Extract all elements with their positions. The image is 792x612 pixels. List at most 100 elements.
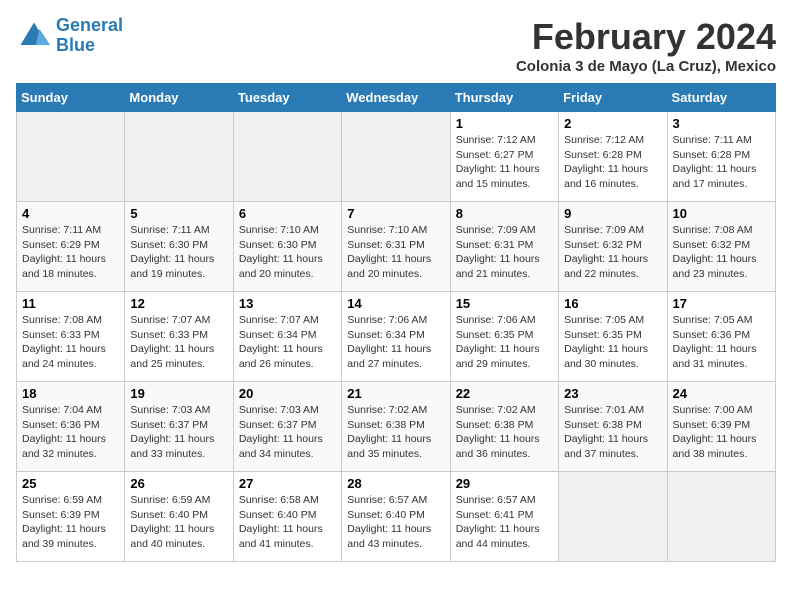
day-number: 23 [564, 386, 661, 401]
calendar-week-row: 18 Sunrise: 7:04 AMSunset: 6:36 PMDayligh… [17, 382, 776, 472]
day-info: Sunrise: 7:11 AMSunset: 6:30 PMDaylight:… [130, 223, 227, 282]
calendar-day-cell [125, 112, 233, 202]
day-info: Sunrise: 6:57 AMSunset: 6:40 PMDaylight:… [347, 493, 444, 552]
day-info: Sunrise: 7:03 AMSunset: 6:37 PMDaylight:… [239, 403, 336, 462]
day-number: 13 [239, 296, 336, 311]
calendar-day-cell: 18 Sunrise: 7:04 AMSunset: 6:36 PMDayligh… [17, 382, 125, 472]
weekday-header-thursday: Thursday [450, 84, 558, 112]
calendar-day-cell: 26 Sunrise: 6:59 AMSunset: 6:40 PMDayligh… [125, 472, 233, 562]
calendar-week-row: 25 Sunrise: 6:59 AMSunset: 6:39 PMDayligh… [17, 472, 776, 562]
day-number: 21 [347, 386, 444, 401]
day-info: Sunrise: 7:10 AMSunset: 6:31 PMDaylight:… [347, 223, 444, 282]
weekday-header-wednesday: Wednesday [342, 84, 450, 112]
calendar-day-cell: 27 Sunrise: 6:58 AMSunset: 6:40 PMDayligh… [233, 472, 341, 562]
logo-icon [16, 18, 52, 54]
day-number: 4 [22, 206, 119, 221]
weekday-header-tuesday: Tuesday [233, 84, 341, 112]
day-info: Sunrise: 7:08 AMSunset: 6:33 PMDaylight:… [22, 313, 119, 372]
calendar-day-cell: 5 Sunrise: 7:11 AMSunset: 6:30 PMDaylight… [125, 202, 233, 292]
day-info: Sunrise: 7:09 AMSunset: 6:32 PMDaylight:… [564, 223, 661, 282]
day-number: 22 [456, 386, 553, 401]
day-info: Sunrise: 6:59 AMSunset: 6:40 PMDaylight:… [130, 493, 227, 552]
calendar-day-cell: 6 Sunrise: 7:10 AMSunset: 6:30 PMDaylight… [233, 202, 341, 292]
calendar-day-cell: 14 Sunrise: 7:06 AMSunset: 6:34 PMDayligh… [342, 292, 450, 382]
calendar-day-cell: 8 Sunrise: 7:09 AMSunset: 6:31 PMDaylight… [450, 202, 558, 292]
day-info: Sunrise: 7:10 AMSunset: 6:30 PMDaylight:… [239, 223, 336, 282]
calendar-day-cell: 23 Sunrise: 7:01 AMSunset: 6:38 PMDayligh… [559, 382, 667, 472]
weekday-header-sunday: Sunday [17, 84, 125, 112]
logo-line1: General [56, 15, 123, 35]
day-info: Sunrise: 7:06 AMSunset: 6:34 PMDaylight:… [347, 313, 444, 372]
logo-line2: Blue [56, 35, 95, 55]
calendar-day-cell: 4 Sunrise: 7:11 AMSunset: 6:29 PMDaylight… [17, 202, 125, 292]
calendar-day-cell: 19Sunrise: 7:03 AMSunset: 6:37 PMDayligh… [125, 382, 233, 472]
calendar-day-cell: 16 Sunrise: 7:05 AMSunset: 6:35 PMDayligh… [559, 292, 667, 382]
day-number: 5 [130, 206, 227, 221]
day-number: 29 [456, 476, 553, 491]
day-info: Sunrise: 7:04 AMSunset: 6:36 PMDaylight:… [22, 403, 119, 462]
day-info: Sunrise: 6:57 AMSunset: 6:41 PMDaylight:… [456, 493, 553, 552]
calendar-day-cell [233, 112, 341, 202]
day-info: Sunrise: 7:05 AMSunset: 6:35 PMDaylight:… [564, 313, 661, 372]
calendar-day-cell: 7 Sunrise: 7:10 AMSunset: 6:31 PMDaylight… [342, 202, 450, 292]
calendar-day-cell [559, 472, 667, 562]
calendar-day-cell: 17Sunrise: 7:05 AMSunset: 6:36 PMDayligh… [667, 292, 775, 382]
day-info: Sunrise: 7:09 AMSunset: 6:31 PMDaylight:… [456, 223, 553, 282]
calendar-day-cell: 25 Sunrise: 6:59 AMSunset: 6:39 PMDayligh… [17, 472, 125, 562]
day-info: Sunrise: 7:02 AMSunset: 6:38 PMDaylight:… [347, 403, 444, 462]
day-number: 18 [22, 386, 119, 401]
calendar-week-row: 11 Sunrise: 7:08 AMSunset: 6:33 PMDayligh… [17, 292, 776, 382]
day-info: Sunrise: 7:07 AMSunset: 6:34 PMDaylight:… [239, 313, 336, 372]
day-number: 10 [673, 206, 770, 221]
day-number: 20 [239, 386, 336, 401]
day-info: Sunrise: 7:08 AMSunset: 6:32 PMDaylight:… [673, 223, 770, 282]
calendar-day-cell: 24Sunrise: 7:00 AMSunset: 6:39 PMDayligh… [667, 382, 775, 472]
day-number: 16 [564, 296, 661, 311]
calendar-day-cell: 2Sunrise: 7:12 AMSunset: 6:28 PMDaylight… [559, 112, 667, 202]
day-info: Sunrise: 7:07 AMSunset: 6:33 PMDaylight:… [130, 313, 227, 372]
calendar-day-cell: 29 Sunrise: 6:57 AMSunset: 6:41 PMDayligh… [450, 472, 558, 562]
day-number: 12 [130, 296, 227, 311]
calendar-day-cell: 11 Sunrise: 7:08 AMSunset: 6:33 PMDayligh… [17, 292, 125, 382]
day-number: 7 [347, 206, 444, 221]
calendar-day-cell: 13 Sunrise: 7:07 AMSunset: 6:34 PMDayligh… [233, 292, 341, 382]
day-number: 28 [347, 476, 444, 491]
day-info: Sunrise: 7:11 AMSunset: 6:29 PMDaylight:… [22, 223, 119, 282]
day-info: Sunrise: 7:01 AMSunset: 6:38 PMDaylight:… [564, 403, 661, 462]
logo: General Blue [16, 16, 123, 56]
weekday-header-saturday: Saturday [667, 84, 775, 112]
calendar-day-cell [17, 112, 125, 202]
calendar-day-cell: 10 Sunrise: 7:08 AMSunset: 6:32 PMDayligh… [667, 202, 775, 292]
calendar-day-cell [667, 472, 775, 562]
day-info: Sunrise: 6:58 AMSunset: 6:40 PMDaylight:… [239, 493, 336, 552]
day-number: 25 [22, 476, 119, 491]
logo-text: General Blue [56, 16, 123, 56]
calendar-day-cell: 3 Sunrise: 7:11 AMSunset: 6:28 PMDaylight… [667, 112, 775, 202]
day-info: Sunrise: 7:12 AMSunset: 6:27 PMDaylight:… [456, 133, 553, 192]
calendar-day-cell [342, 112, 450, 202]
day-number: 2 [564, 116, 661, 131]
day-info: Sunrise: 7:05 AMSunset: 6:36 PMDaylight:… [673, 313, 770, 372]
day-info: Sunrise: 7:11 AMSunset: 6:28 PMDaylight:… [673, 133, 770, 192]
day-info: Sunrise: 7:03 AMSunset: 6:37 PMDaylight:… [130, 403, 227, 462]
day-number: 27 [239, 476, 336, 491]
day-number: 9 [564, 206, 661, 221]
calendar-day-cell: 1Sunrise: 7:12 AMSunset: 6:27 PMDaylight… [450, 112, 558, 202]
day-number: 8 [456, 206, 553, 221]
day-info: Sunrise: 6:59 AMSunset: 6:39 PMDaylight:… [22, 493, 119, 552]
calendar-day-cell: 28 Sunrise: 6:57 AMSunset: 6:40 PMDayligh… [342, 472, 450, 562]
day-number: 6 [239, 206, 336, 221]
day-number: 26 [130, 476, 227, 491]
day-number: 11 [22, 296, 119, 311]
day-number: 3 [673, 116, 770, 131]
calendar-day-cell: 22Sunrise: 7:02 AMSunset: 6:38 PMDayligh… [450, 382, 558, 472]
calendar-day-cell: 15Sunrise: 7:06 AMSunset: 6:35 PMDayligh… [450, 292, 558, 382]
day-number: 14 [347, 296, 444, 311]
calendar-table: SundayMondayTuesdayWednesdayThursdayFrid… [16, 83, 776, 562]
title-block: February 2024 Colonia 3 de Mayo (La Cruz… [516, 16, 776, 75]
day-info: Sunrise: 7:06 AMSunset: 6:35 PMDaylight:… [456, 313, 553, 372]
month-title: February 2024 [516, 16, 776, 58]
location-subtitle: Colonia 3 de Mayo (La Cruz), Mexico [516, 58, 776, 75]
day-number: 24 [673, 386, 770, 401]
calendar-day-cell: 20 Sunrise: 7:03 AMSunset: 6:37 PMDayligh… [233, 382, 341, 472]
